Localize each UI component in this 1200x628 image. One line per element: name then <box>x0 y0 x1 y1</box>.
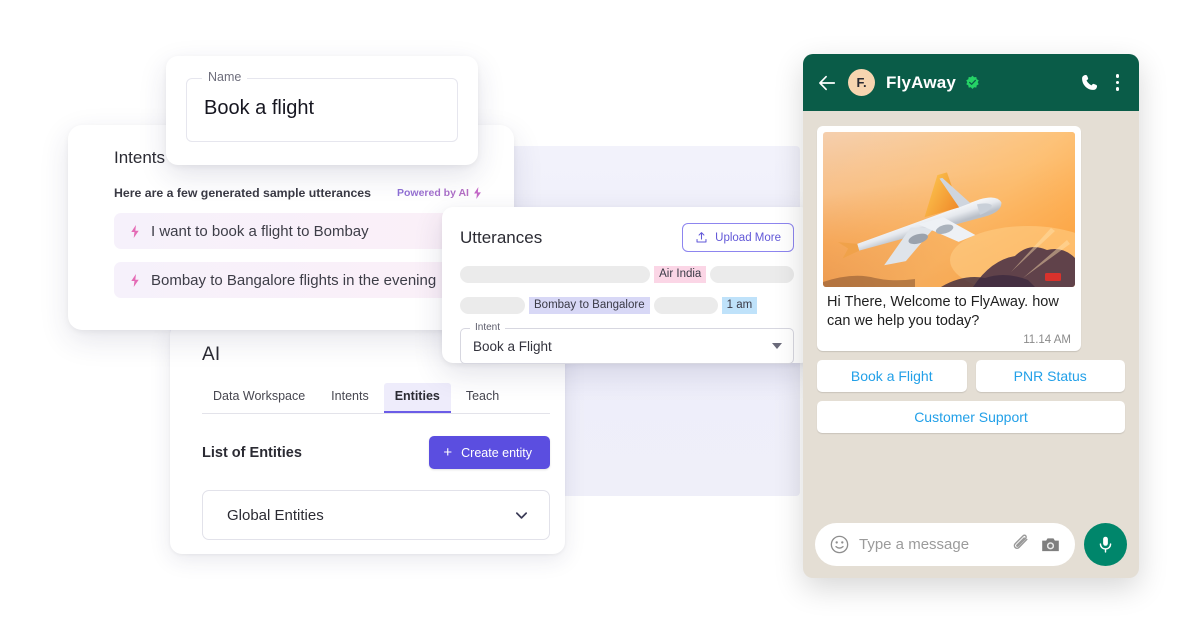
tab-intents[interactable]: Intents <box>320 383 380 413</box>
utterance-skeleton-row: Bombay to Bangalore 1 am <box>460 297 794 314</box>
chat-input-bar: Type a message <box>803 510 1139 578</box>
intent-select[interactable]: Intent Book a Flight <box>460 322 794 364</box>
create-entity-label: Create entity <box>461 445 532 460</box>
create-entity-button[interactable]: + Create entity <box>429 436 550 469</box>
tab-bar: Data Workspace Intents Entities Teach <box>202 383 550 414</box>
phone-icon[interactable] <box>1080 73 1099 92</box>
bot-message-bubble: Hi There, Welcome to FlyAway. how can we… <box>817 126 1081 351</box>
global-entities-dropdown[interactable]: Global Entities <box>202 490 550 540</box>
microphone-icon <box>1099 536 1112 553</box>
utterances-card: Utterances Upload More Air India Bombay … <box>442 207 812 364</box>
quick-reply-row: Book a Flight PNR Status <box>817 360 1125 392</box>
chevron-down-icon <box>515 511 528 519</box>
sample-utterance-pill[interactable]: Bombay to Bangalore flights in the eveni… <box>114 262 469 298</box>
back-arrow-icon[interactable] <box>817 73 837 93</box>
avatar[interactable]: F. <box>848 69 875 96</box>
powered-by-ai-badge: Powered by AI <box>397 187 482 199</box>
list-of-entities-label: List of Entities <box>202 444 302 461</box>
sparkle-icon <box>474 187 481 199</box>
quick-reply-pnr-status[interactable]: PNR Status <box>975 360 1125 392</box>
name-card: Name Book a flight <box>166 56 478 165</box>
quick-reply-book-a-flight[interactable]: Book a Flight <box>817 360 967 392</box>
entity-highlight-time[interactable]: 1 am <box>721 297 758 314</box>
skeleton-bar <box>653 297 718 314</box>
intents-subtitle: Here are a few generated sample utteranc… <box>114 186 371 200</box>
skeleton-bar <box>460 266 651 283</box>
name-field-label: Name <box>202 70 248 84</box>
bot-message-text: Hi There, Welcome to FlyAway. how can we… <box>827 294 1059 329</box>
sparkle-icon <box>131 224 139 238</box>
entities-toolbar: List of Entities + Create entity <box>202 436 550 469</box>
skeleton-bar <box>710 266 794 283</box>
utterance-text: Bombay to Bangalore flights in the eveni… <box>151 271 437 289</box>
chat-header: F. FlyAway <box>803 54 1139 111</box>
airplane-sunset-image <box>823 132 1075 287</box>
chevron-down-icon <box>772 343 782 349</box>
tab-teach[interactable]: Teach <box>455 383 510 413</box>
message-timestamp: 11.14 AM <box>1023 334 1071 346</box>
camera-icon[interactable] <box>1040 534 1061 555</box>
plus-icon: + <box>443 444 453 461</box>
message-input-container[interactable]: Type a message <box>815 522 1075 566</box>
whatsapp-chat-panel: F. FlyAway Hi There, Welcome to FlyAway.… <box>803 54 1139 578</box>
intent-select-label: Intent <box>470 322 506 333</box>
microphone-button[interactable] <box>1084 522 1127 566</box>
powered-by-ai-label: Powered by AI <box>397 187 469 199</box>
tab-data-workspace[interactable]: Data Workspace <box>202 383 316 413</box>
quick-reply-customer-support[interactable]: Customer Support <box>817 401 1125 433</box>
intent-select-value: Book a Flight <box>473 338 552 354</box>
message-input-placeholder: Type a message <box>859 535 970 553</box>
verified-badge-icon <box>966 75 979 89</box>
entity-highlight-bombay-to-bangalore[interactable]: Bombay to Bangalore <box>529 297 650 314</box>
name-field[interactable]: Name Book a flight <box>186 70 458 142</box>
name-field-value: Book a flight <box>204 97 315 119</box>
screenshot-stage: AI Data Workspace Intents Entities Teach… <box>0 0 1200 628</box>
contact-name: FlyAway <box>886 72 957 92</box>
utterance-text: I want to book a flight to Bombay <box>151 222 369 240</box>
sample-utterance-pill[interactable]: I want to book a flight to Bombay <box>114 213 469 249</box>
global-entities-label: Global Entities <box>227 506 324 524</box>
upload-icon <box>696 232 707 243</box>
kebab-menu-icon[interactable] <box>1110 72 1126 93</box>
entity-highlight-air-india[interactable]: Air India <box>654 266 707 283</box>
sparkle-icon <box>131 273 139 287</box>
emoji-icon[interactable] <box>829 534 850 555</box>
utterances-header: Utterances Upload More <box>460 223 794 252</box>
upload-more-label: Upload More <box>715 231 781 244</box>
intents-subtitle-row: Here are a few generated sample utteranc… <box>114 186 490 200</box>
utterances-title: Utterances <box>460 227 543 247</box>
paperclip-icon[interactable] <box>1011 534 1031 554</box>
tab-entities[interactable]: Entities <box>383 383 451 413</box>
upload-more-button[interactable]: Upload More <box>682 223 794 252</box>
chat-body: Hi There, Welcome to FlyAway. how can we… <box>803 111 1139 578</box>
skeleton-bar <box>460 297 525 314</box>
utterance-skeleton-row: Air India <box>460 266 794 283</box>
